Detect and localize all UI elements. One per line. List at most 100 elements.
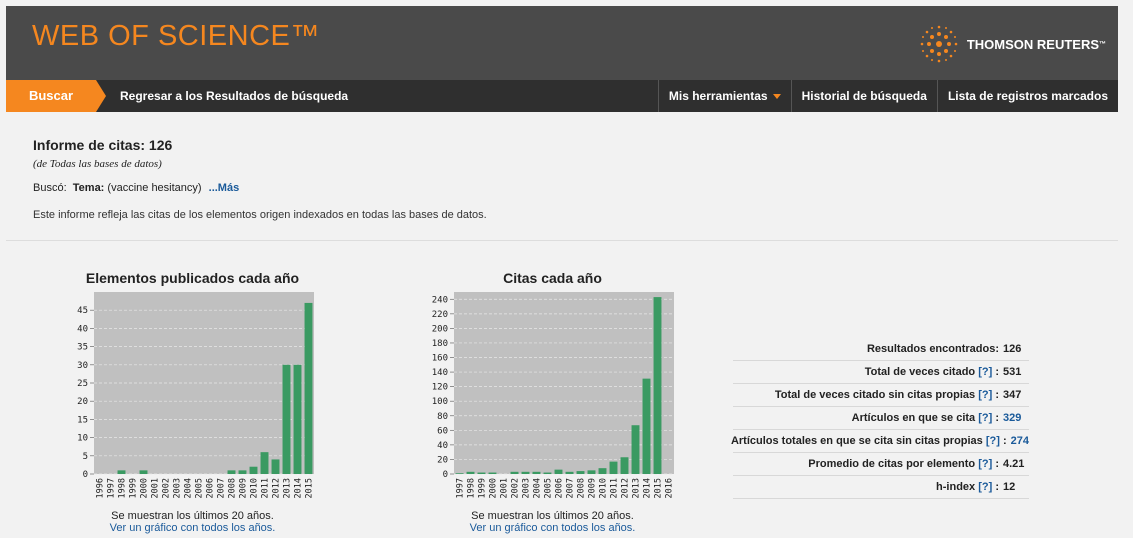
published-items-chart: 0510152025303540451996 1997 1998 1999 2000 20… xyxy=(77,292,315,498)
chart1-xtick-label: 2014 xyxy=(294,478,304,498)
nav-right-menu: Mis herramientas Historial de búsqueda L… xyxy=(657,80,1118,112)
help-link[interactable]: [?] xyxy=(978,361,992,383)
citing-articles-link[interactable]: 329 xyxy=(1003,407,1029,429)
chart1-bar xyxy=(139,470,148,474)
chart2-ytick-label: 140 xyxy=(432,368,448,378)
help-link[interactable]: [?] xyxy=(978,476,992,498)
chart2-plot-area xyxy=(454,292,674,474)
chart2-xtick-label: 1998 xyxy=(467,478,477,498)
stat-row-citing-articles: Artículos en que se cita [?] :329 xyxy=(733,407,1029,430)
chart1-xtick-label: 1999 xyxy=(129,478,139,498)
chart1-xtick-label: 2009 xyxy=(239,478,249,498)
chart1-footer: Se muestran los últimos 20 años. Ver un … xyxy=(70,510,315,534)
chart2-xtick-label: 2016 xyxy=(665,478,675,498)
chart2-bar xyxy=(631,425,640,474)
chart1-ytick-label: 5 xyxy=(83,452,88,462)
chart2-ytick-label: 20 xyxy=(437,455,448,465)
chart1-ytick-label: 25 xyxy=(77,379,88,389)
chart2-xtick-label: 1999 xyxy=(478,478,488,498)
citation-stats: Resultados encontrados: 126 Total de vece… xyxy=(730,338,1029,499)
chart1-ytick-label: 35 xyxy=(77,343,88,353)
chart1-xtick-label: 2004 xyxy=(184,478,194,498)
chart2-xtick-label: 2013 xyxy=(632,478,642,498)
my-tools-menu[interactable]: Mis herramientas xyxy=(657,80,791,112)
chart2-bar xyxy=(488,472,497,474)
chart1-bar xyxy=(117,470,126,474)
chart2-xtick-label: 2012 xyxy=(621,478,631,498)
chart2-bar xyxy=(543,472,552,474)
stat-value: 12 xyxy=(1003,481,1016,493)
citing-articles-no-self-link[interactable]: 274 xyxy=(1011,430,1029,452)
chart1-xtick-label: 2011 xyxy=(261,478,271,498)
stat-value: 4.21 xyxy=(1003,458,1025,470)
chart1-title: Elementos publicados cada año xyxy=(85,270,300,286)
chart2-all-years-link[interactable]: Ver un gráfico con todos los años. xyxy=(430,522,675,534)
chart1-xtick-label: 2015 xyxy=(305,478,315,498)
chart2-bar xyxy=(642,378,651,474)
help-link[interactable]: [?] xyxy=(986,430,1000,452)
chart2-ytick-label: 40 xyxy=(437,441,448,451)
database-scope: (de Todas las bases de datos) xyxy=(33,158,162,170)
help-link[interactable]: [?] xyxy=(978,453,992,475)
chart1-xtick-label: 2012 xyxy=(272,478,282,498)
chart1-bar xyxy=(249,466,258,474)
chart2-xtick-label: 2006 xyxy=(555,478,565,498)
chart1-xtick-label: 2005 xyxy=(195,478,205,498)
chart1-bar xyxy=(293,364,302,474)
stat-row-results: Resultados encontrados: 126 xyxy=(733,338,1029,361)
help-link[interactable]: [?] xyxy=(978,384,992,406)
chart2-ytick-label: 200 xyxy=(432,324,448,334)
web-of-science-logo[interactable]: WEB OF SCIENCE™ xyxy=(32,20,320,53)
topic-label: Tema: xyxy=(72,182,105,194)
chart2-bar xyxy=(455,473,464,474)
chart2-ytick-label: 240 xyxy=(432,295,448,305)
chart2-xtick-label: 2014 xyxy=(643,478,653,498)
chart1-xtick-label: 2001 xyxy=(151,478,161,498)
search-tab[interactable]: Buscar xyxy=(6,80,106,112)
chart2-xtick-label: 2004 xyxy=(533,478,543,498)
chart2-xtick-label: 2010 xyxy=(599,478,609,498)
chart1-ytick-label: 40 xyxy=(77,324,88,334)
top-banner: WEB OF SCIENCE™ THOMSON REUTERS ™ xyxy=(6,6,1118,80)
stat-label: Artículos totales en que se cita sin cit… xyxy=(730,435,983,447)
chart2-bar xyxy=(587,470,596,474)
chart2-xtick-label: 2011 xyxy=(610,478,620,498)
chart1-foot-text: Se muestran los últimos 20 años. xyxy=(111,510,274,522)
chart2-bar xyxy=(532,471,541,474)
marked-list-link[interactable]: Lista de registros marcados xyxy=(936,80,1118,112)
chart1-all-years-link[interactable]: Ver un gráfico con todos los años. xyxy=(70,522,315,534)
chart1-bar xyxy=(260,452,269,474)
chart1-ytick-label: 45 xyxy=(77,306,88,316)
chart1-ytick-label: 20 xyxy=(77,397,88,407)
chart2-xtick-label: 2009 xyxy=(588,478,598,498)
chart2-xtick-label: 2007 xyxy=(566,478,576,498)
chart2-bar xyxy=(466,471,475,474)
stat-value: 347 xyxy=(1003,389,1022,401)
chart1-xtick-label: 2000 xyxy=(140,478,150,498)
search-history-link[interactable]: Historial de búsqueda xyxy=(790,80,937,112)
chart2-ytick-label: 180 xyxy=(432,339,448,349)
chart1-xtick-label: 1998 xyxy=(118,478,128,498)
chart2-title: Citas cada año xyxy=(503,270,602,286)
chart2-xtick-label: 2008 xyxy=(577,478,587,498)
chart2-ytick-label: 120 xyxy=(432,383,448,393)
search-query: Buscó: Tema: (vaccine hesitancy) ...Más xyxy=(33,182,239,194)
help-link[interactable]: [?] xyxy=(978,407,992,429)
thomson-reuters-sphere-icon xyxy=(920,25,958,63)
chart2-bar xyxy=(554,469,563,474)
report-header: Informe de citas: 126 (de Todas las base… xyxy=(6,112,1118,241)
company-name: THOMSON REUTERS xyxy=(966,36,1099,52)
chart2-bar xyxy=(598,468,607,474)
more-link[interactable]: ...Más xyxy=(209,182,240,194)
chart1-bar xyxy=(238,470,247,474)
back-to-results-link[interactable]: Regresar a los Resultados de búsqueda xyxy=(120,80,348,112)
nav-bar: Buscar Regresar a los Resultados de búsq… xyxy=(6,80,1118,112)
stat-label: h-index xyxy=(936,481,976,493)
chart1-bar xyxy=(271,459,280,474)
chart2-ytick-label: 160 xyxy=(432,354,448,364)
chart2-bar xyxy=(653,297,662,474)
chart1-xtick-label: 2002 xyxy=(162,478,172,498)
chart2-bar xyxy=(620,457,629,474)
chart2-xtick-label: 2015 xyxy=(654,478,664,498)
chart1-ytick-label: 10 xyxy=(77,434,88,444)
